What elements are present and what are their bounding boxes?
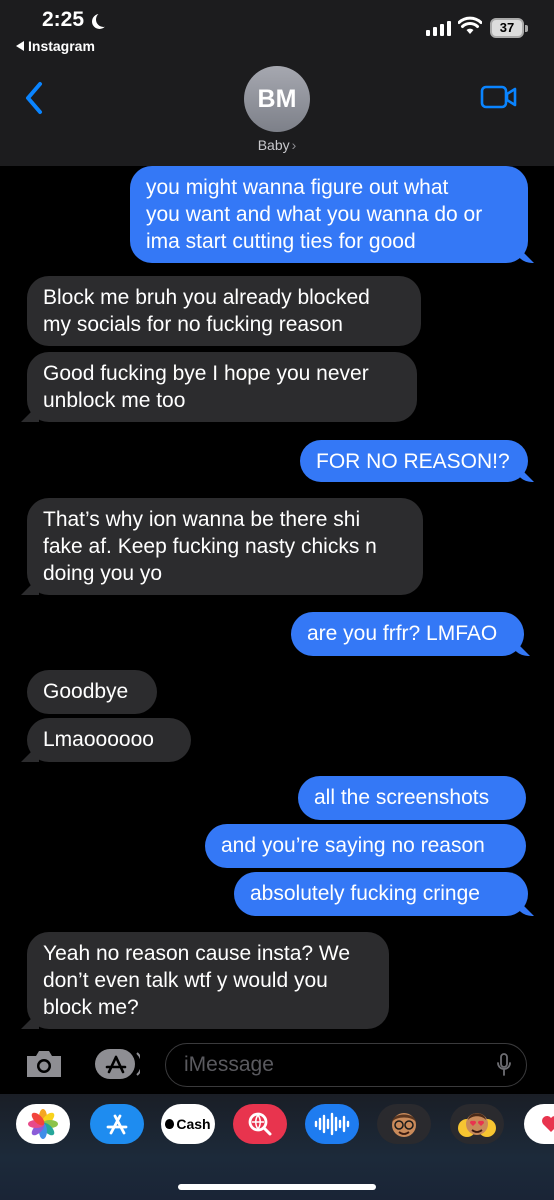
compose-bar: iMessage bbox=[0, 1038, 554, 1094]
chevron-right-icon: › bbox=[291, 137, 297, 153]
contact-name-button[interactable]: Baby › bbox=[0, 137, 554, 153]
avatar-initials: BM bbox=[257, 84, 297, 113]
memoji-stickers-app-icon[interactable] bbox=[450, 1104, 504, 1144]
sent-message-bubble[interactable]: are you frfr? LMFAO bbox=[291, 612, 524, 656]
apple-cash-app-icon[interactable]: Cash bbox=[161, 1104, 215, 1144]
home-indicator[interactable] bbox=[178, 1184, 376, 1190]
received-message-bubble[interactable]: Goodbye bbox=[27, 670, 157, 714]
back-chevron-icon[interactable] bbox=[20, 80, 50, 116]
received-message-bubble[interactable]: Yeah no reason cause insta? We don’t eve… bbox=[27, 932, 389, 1029]
contact-name: Baby bbox=[257, 137, 290, 153]
wifi-icon bbox=[458, 16, 482, 34]
microphone-icon[interactable] bbox=[496, 1053, 512, 1077]
received-message-bubble[interactable]: That’s why ion wanna be there shi fake a… bbox=[27, 498, 423, 595]
imessage-input[interactable]: iMessage bbox=[165, 1043, 527, 1087]
sent-message-bubble[interactable]: absolutely fucking cringe bbox=[234, 872, 528, 916]
images-search-app-icon[interactable] bbox=[233, 1104, 287, 1144]
audio-message-app-icon[interactable] bbox=[305, 1104, 359, 1144]
sent-message-bubble[interactable]: and you’re saying no reason bbox=[205, 824, 526, 868]
battery-icon: 37 bbox=[490, 18, 528, 38]
imessage-app-drawer: Cash bbox=[0, 1094, 554, 1200]
digital-touch-app-icon[interactable] bbox=[524, 1104, 554, 1144]
imessage-placeholder: iMessage bbox=[184, 1053, 274, 1076]
facetime-video-icon[interactable] bbox=[480, 84, 518, 110]
cellular-signal-icon bbox=[426, 20, 451, 36]
message-thread[interactable]: you might wanna figure out what you want… bbox=[0, 166, 554, 1038]
status-bar-time: 2:25 bbox=[42, 8, 105, 32]
app-store-app-icon[interactable] bbox=[90, 1104, 144, 1144]
memoji-app-icon[interactable] bbox=[377, 1104, 431, 1144]
app-store-icon[interactable] bbox=[94, 1048, 140, 1080]
sent-message-bubble[interactable]: all the screenshots bbox=[298, 776, 526, 820]
back-triangle-icon bbox=[16, 41, 24, 51]
focus-moon-icon bbox=[96, 12, 111, 27]
cash-label: Cash bbox=[176, 1116, 211, 1132]
sent-message-bubble[interactable]: FOR NO REASON!? bbox=[300, 440, 528, 482]
photos-app-icon[interactable] bbox=[16, 1104, 70, 1144]
received-message-bubble[interactable]: Block me bruh you already blocked my soc… bbox=[27, 276, 421, 346]
conversation-header: 2:25 Instagram 37 BM Baby › bbox=[0, 0, 554, 166]
received-message-bubble[interactable]: Good fucking bye I hope you never unbloc… bbox=[27, 352, 417, 422]
time-text: 2:25 bbox=[42, 8, 85, 31]
received-message-bubble[interactable]: Lmaoooooo bbox=[27, 718, 191, 762]
sent-message-bubble[interactable]: you might wanna figure out what you want… bbox=[130, 166, 528, 263]
back-to-app-link[interactable]: Instagram bbox=[16, 38, 95, 54]
back-app-label: Instagram bbox=[28, 38, 95, 54]
contact-avatar[interactable]: BM bbox=[244, 66, 310, 132]
camera-icon[interactable] bbox=[24, 1048, 64, 1080]
apple-logo-icon bbox=[165, 1119, 175, 1129]
